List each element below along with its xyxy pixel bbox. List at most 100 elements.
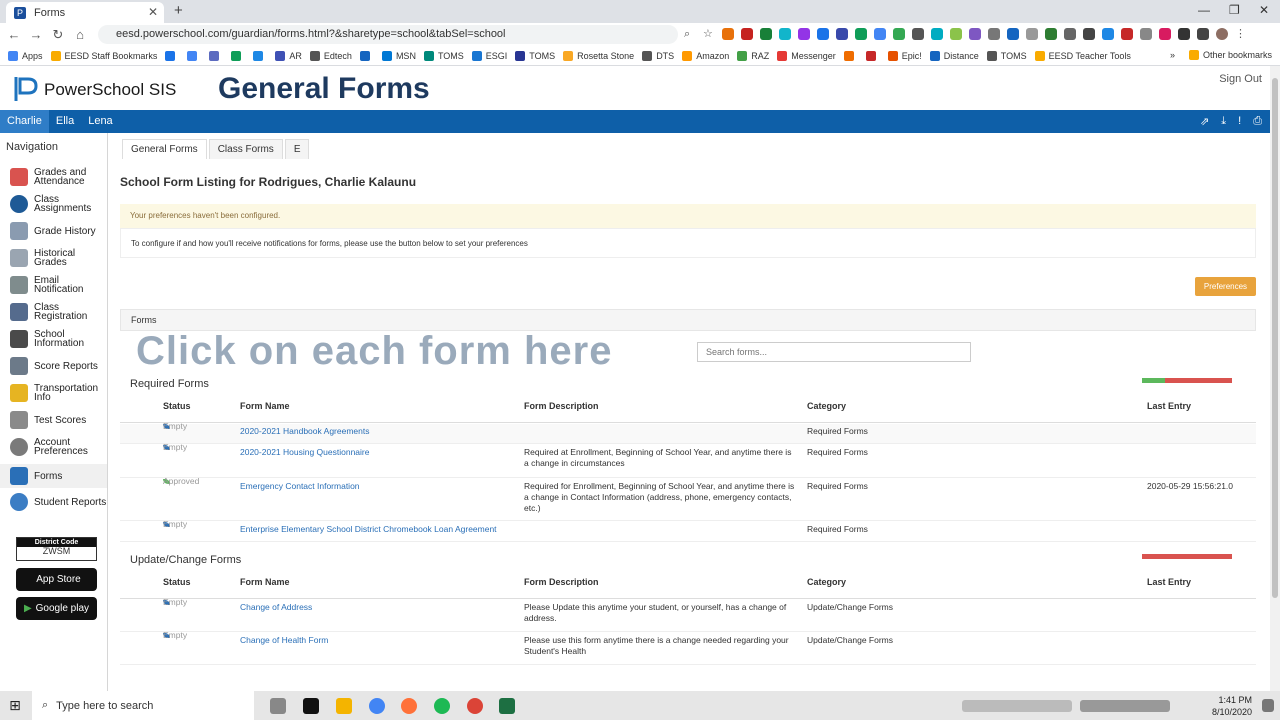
extension-icon[interactable] [817, 28, 829, 40]
bookmark-distance[interactable]: Distance [929, 50, 979, 61]
student-tab-ella[interactable]: Ella [49, 110, 81, 133]
bookmark-messenger[interactable]: Messenger [777, 50, 836, 61]
extension-icon[interactable] [1007, 28, 1019, 40]
nav-grade-history[interactable]: Grade History [0, 218, 107, 244]
form-link[interactable]: 2020-2021 Housing Questionnaire [240, 447, 369, 457]
extension-icon[interactable] [1102, 28, 1114, 40]
nav-grades-attendance[interactable]: Grades and Attendance [0, 164, 107, 190]
extension-icon[interactable] [969, 28, 981, 40]
search-icon[interactable]: ⌕ [684, 28, 696, 40]
bookmark-icon-only[interactable] [187, 50, 201, 61]
extension-icon[interactable] [798, 28, 810, 40]
extension-icon[interactable] [950, 28, 962, 40]
bookmark-apps[interactable]: Apps [8, 50, 43, 61]
form-link[interactable]: Enterprise Elementary School District Ch… [240, 524, 497, 534]
extension-icon[interactable] [931, 28, 943, 40]
extension-icon[interactable] [988, 28, 1000, 40]
nav-historical-grades[interactable]: Historical Grades [0, 245, 107, 271]
bookmark-raz[interactable]: RAZ [737, 50, 769, 61]
media-icon[interactable] [1197, 28, 1209, 40]
bookmark-eesd-teacher-tools[interactable]: EESD Teacher Tools [1034, 50, 1131, 61]
bookmark-epic[interactable]: Epic! [887, 50, 922, 61]
student-tab-lena[interactable]: Lena [81, 110, 119, 133]
home-icon[interactable]: ⌂ [69, 27, 91, 42]
chrome-icon[interactable] [369, 698, 385, 714]
extension-icon[interactable] [1140, 28, 1152, 40]
preferences-button[interactable]: Preferences [1195, 277, 1256, 296]
nav-email-notification[interactable]: Email Notification [0, 272, 107, 298]
scrollbar-thumb[interactable] [1272, 78, 1278, 598]
table-row[interactable]: Empty Change of Address Please Update th… [120, 597, 1256, 632]
extension-icon[interactable] [893, 28, 905, 40]
browser-tab[interactable]: P Forms ✕ [6, 2, 164, 23]
new-tab-icon[interactable]: + [174, 2, 183, 19]
spotify-icon[interactable] [434, 698, 450, 714]
restore-icon[interactable]: ❐ [1229, 3, 1240, 17]
nav-account-preferences[interactable]: Account Preferences [0, 434, 107, 460]
print-icon[interactable]: ⎙ [1253, 115, 1262, 128]
alert-icon[interactable]: ! [1238, 115, 1241, 128]
chevron-right-icon[interactable]: » [1170, 50, 1175, 60]
star-icon[interactable]: ☆ [703, 28, 715, 40]
forward-icon[interactable]: → [25, 27, 47, 42]
puzzle-icon[interactable] [1178, 28, 1190, 40]
bookmark-dts[interactable]: DTS [642, 50, 674, 61]
bookmark-edtech[interactable]: Edtech [309, 50, 352, 61]
extension-icon[interactable] [912, 28, 924, 40]
bookmark-icon-only[interactable] [843, 50, 858, 61]
bookmark-amazon[interactable]: Amazon [682, 50, 729, 61]
extension-icon[interactable] [874, 28, 886, 40]
table-row[interactable]: Empty 2020-2021 Handbook Agreements Requ… [120, 421, 1256, 444]
chrome-alt-icon[interactable] [467, 698, 483, 714]
nav-school-information[interactable]: School Information [0, 326, 107, 352]
bookmark-msn[interactable]: MSN [381, 50, 416, 61]
file-explorer-icon[interactable] [336, 698, 352, 714]
bookmark-icon-only[interactable] [865, 50, 880, 61]
nav-class-assignments[interactable]: Class Assignments [0, 191, 107, 217]
bookmark-toms-2[interactable]: TOMS [515, 50, 555, 61]
bookmark-folder[interactable]: EESD Staff Bookmarks [50, 50, 157, 61]
bookmark-ar[interactable]: AR [275, 50, 302, 61]
nav-transportation-info[interactable]: Transportation Info [0, 380, 107, 406]
table-row[interactable]: Empty 2020-2021 Housing Questionnaire Re… [120, 442, 1256, 478]
bookmark-toms-3[interactable]: TOMS [986, 50, 1027, 61]
system-tray-icons[interactable] [962, 700, 1072, 712]
student-tab-charlie[interactable]: Charlie [0, 110, 49, 133]
nav-forms[interactable]: Forms [0, 464, 107, 488]
tab-class-forms[interactable]: Class Forms [208, 139, 283, 159]
search-forms-input[interactable] [697, 342, 971, 362]
table-row[interactable]: Empty Enterprise Elementary School Distr… [120, 519, 1256, 542]
extension-icon[interactable] [779, 28, 791, 40]
nav-class-registration[interactable]: Class Registration [0, 299, 107, 325]
extension-icon[interactable] [836, 28, 848, 40]
other-bookmarks[interactable]: » Other bookmarks [1170, 50, 1272, 60]
profile-avatar-icon[interactable] [1216, 28, 1228, 40]
extension-icon[interactable] [1064, 28, 1076, 40]
app-store-badge[interactable]: App Store [16, 568, 97, 591]
extension-icon[interactable] [722, 28, 734, 40]
bookmark-rosetta-stone[interactable]: Rosetta Stone [563, 50, 634, 61]
extension-icon[interactable] [855, 28, 867, 40]
bookmark-icon-only[interactable] [231, 50, 245, 61]
terminal-icon[interactable] [303, 698, 319, 714]
extension-icon[interactable] [1083, 28, 1095, 40]
form-link[interactable]: Emergency Contact Information [240, 481, 360, 491]
open-external-icon[interactable]: ⇗ [1200, 115, 1209, 128]
form-link[interactable]: Change of Address [240, 602, 312, 612]
window-close-icon[interactable]: ✕ [1259, 3, 1269, 17]
bookmark-icon-only[interactable] [165, 50, 179, 61]
bookmark-icon-only[interactable] [253, 50, 267, 61]
download-icon[interactable]: ⤓ [1221, 115, 1226, 128]
table-row[interactable]: Empty Change of Health Form Please use t… [120, 630, 1256, 665]
tab-general-forms[interactable]: General Forms [122, 139, 207, 159]
menu-dots-icon[interactable]: ⋮ [1235, 28, 1247, 40]
nav-score-reports[interactable]: Score Reports [0, 353, 107, 379]
google-play-badge[interactable]: ▶ Google play [16, 597, 97, 620]
system-tray-icons[interactable] [1080, 700, 1170, 712]
back-icon[interactable]: ← [3, 27, 25, 42]
firefox-icon[interactable] [401, 698, 417, 714]
table-row[interactable]: Approved Emergency Contact Information R… [120, 476, 1256, 521]
task-view-icon[interactable] [270, 698, 286, 714]
bookmark-toms[interactable]: TOMS [423, 50, 464, 61]
tab-e[interactable]: E [284, 139, 310, 159]
